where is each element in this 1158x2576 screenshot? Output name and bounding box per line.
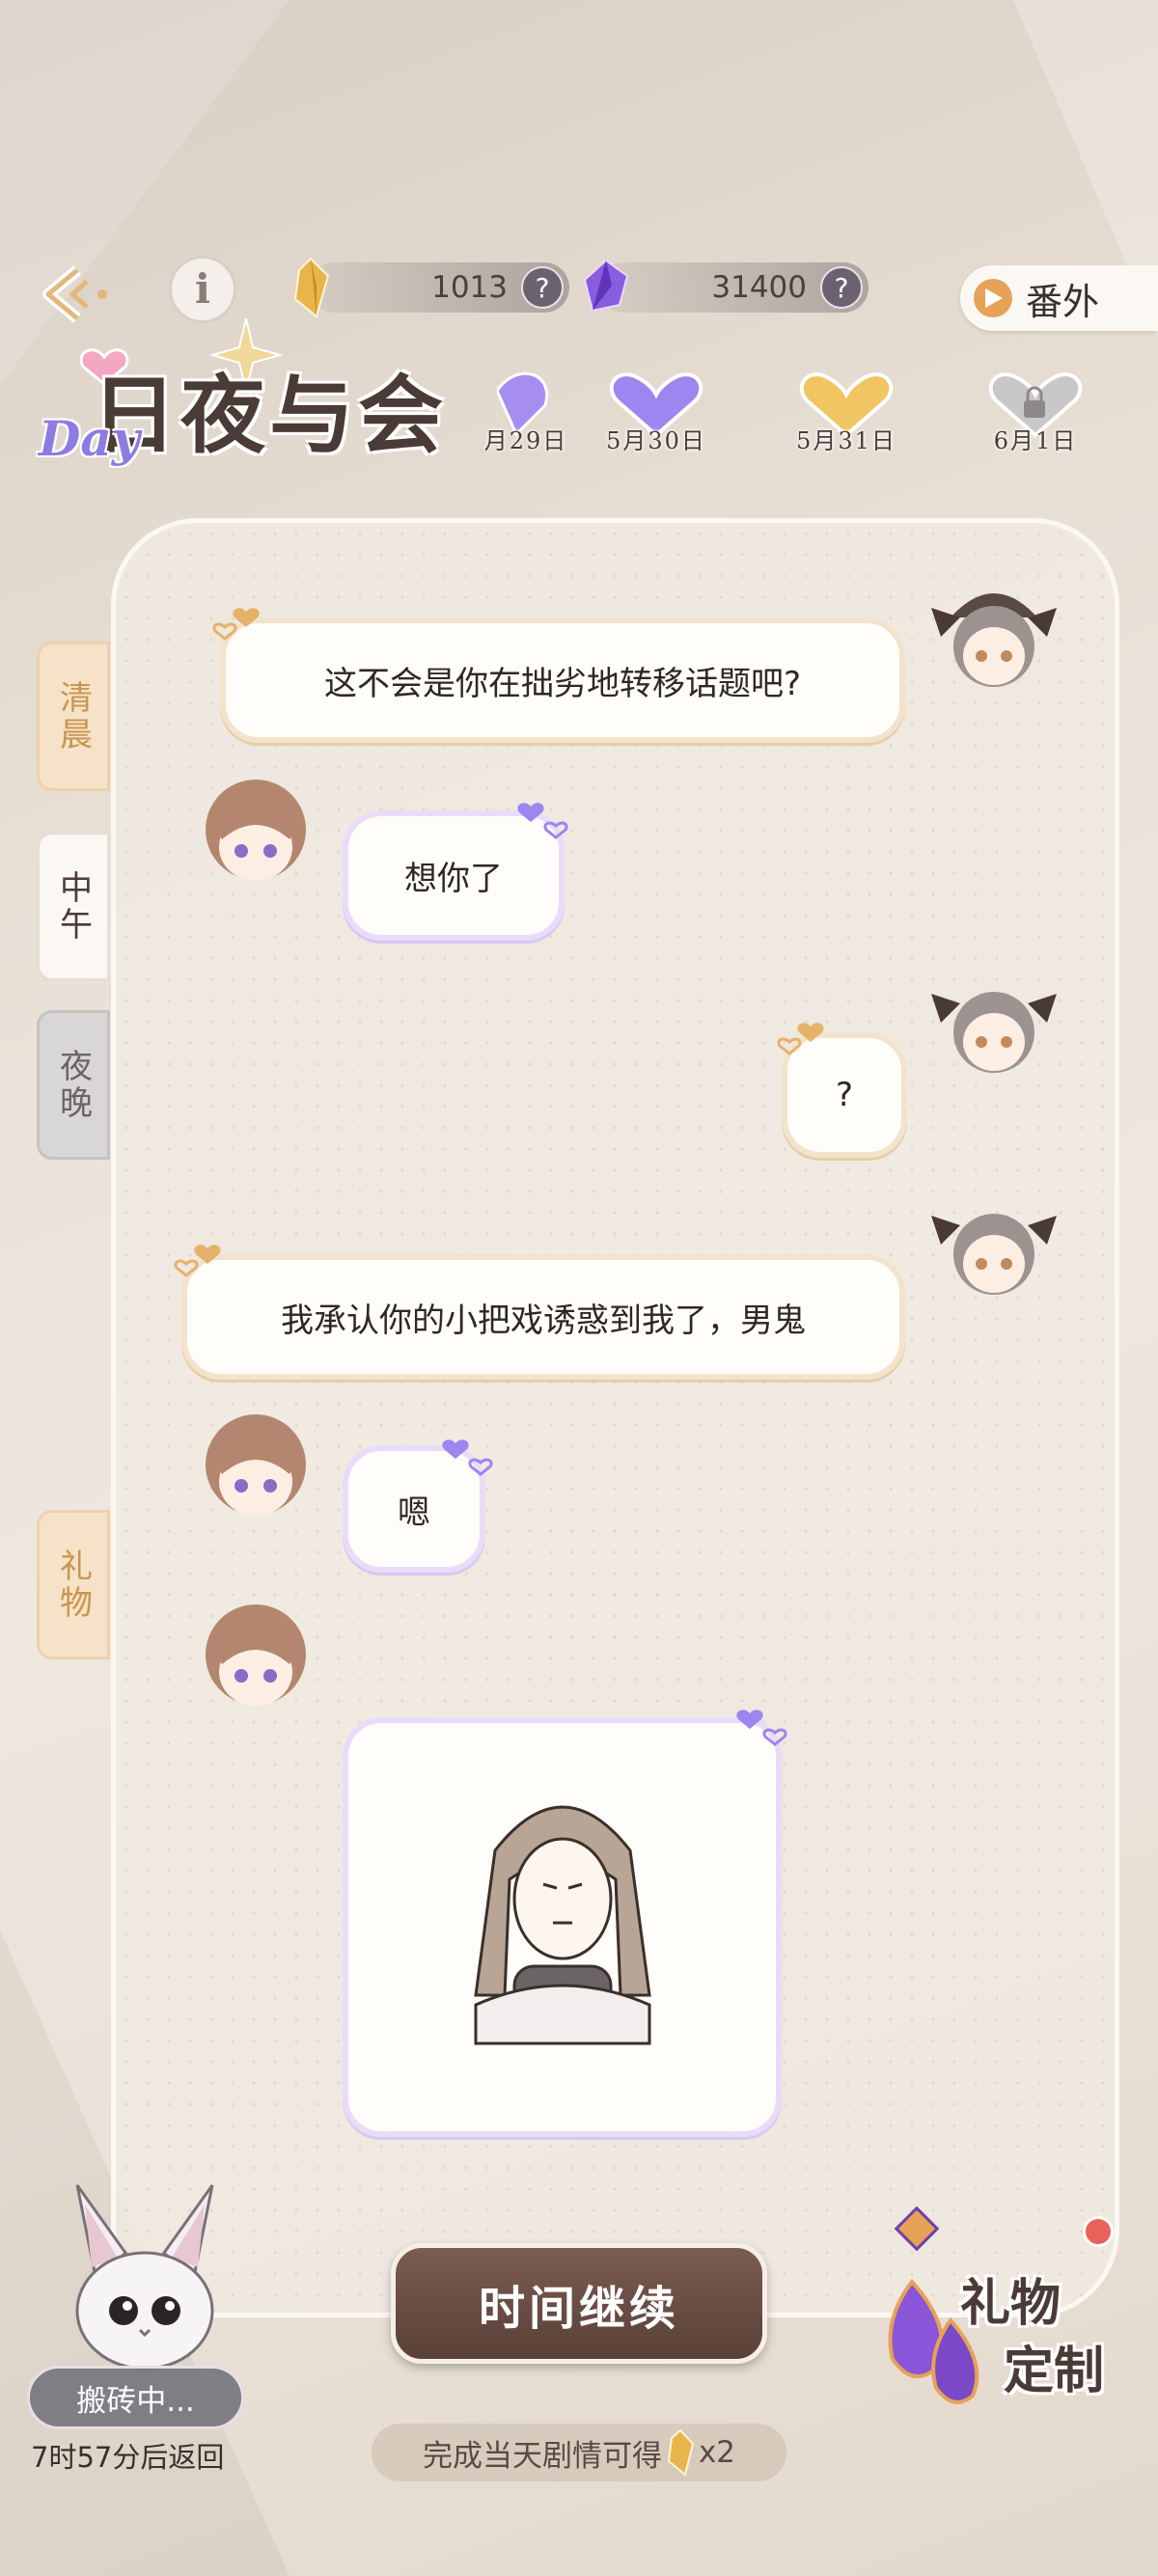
gift-custom-label-2: 定制 bbox=[1004, 2342, 1105, 2400]
gold-help-button[interactable]: ? bbox=[521, 266, 564, 309]
time-continue-button[interactable]: 时间继续 bbox=[391, 2243, 767, 2364]
logo-day-text: Day bbox=[39, 410, 140, 467]
reward-note-text: 完成当天剧情可得 bbox=[422, 2438, 662, 2474]
message-bubble-right: 这不会是你在拙劣地转移话题吧? bbox=[220, 617, 905, 743]
message-text: 我承认你的小把戏诱惑到我了，男鬼 bbox=[281, 1301, 806, 1340]
tab-night[interactable]: 夜晚 bbox=[37, 1010, 110, 1160]
bunny-mascot-icon[interactable] bbox=[48, 2176, 241, 2378]
gift-custom-label-1: 礼物 bbox=[960, 2274, 1062, 2333]
tab-gift[interactable]: 礼物 bbox=[37, 1510, 110, 1659]
date-may-29[interactable]: 月29日 bbox=[473, 371, 579, 455]
message-text: 嗯 bbox=[398, 1493, 430, 1532]
avatar-female bbox=[931, 579, 1057, 704]
reward-count: x2 bbox=[698, 2435, 736, 2470]
avatar-female bbox=[931, 965, 1057, 1090]
date-label: 月29日 bbox=[483, 427, 568, 454]
purple-hearts-icon bbox=[442, 1439, 493, 1476]
logo-title: 日夜与会 bbox=[92, 365, 448, 465]
date-june-1[interactable]: 6月1日 bbox=[982, 371, 1089, 455]
gold-crystal-icon bbox=[293, 257, 330, 318]
date-label: 5月31日 bbox=[796, 427, 896, 454]
extra-story-button[interactable]: 番外 bbox=[960, 265, 1158, 331]
purple-currency-value: 31400 bbox=[711, 270, 807, 305]
date-may-30[interactable]: 5月30日 bbox=[603, 371, 709, 455]
purple-help-button[interactable]: ? bbox=[820, 266, 863, 309]
gold-hearts-icon bbox=[777, 1023, 824, 1055]
avatar-male bbox=[193, 1597, 318, 1722]
tab-morning[interactable]: 清晨 bbox=[37, 642, 110, 791]
extra-story-label: 番外 bbox=[1026, 280, 1100, 323]
purple-gem-icon bbox=[583, 259, 629, 313]
avatar-female bbox=[931, 1187, 1057, 1312]
gold-currency-value: 1013 bbox=[431, 270, 508, 305]
play-icon bbox=[974, 279, 1012, 317]
sticker-message-bubble[interactable] bbox=[343, 1717, 782, 2137]
date-may-31[interactable]: 5月31日 bbox=[793, 371, 899, 455]
gold-hearts-icon bbox=[212, 608, 260, 641]
gold-crystal-icon bbox=[667, 2428, 695, 2477]
info-button[interactable]: i bbox=[169, 256, 236, 323]
reward-note: 完成当天剧情可得 x2 bbox=[372, 2424, 786, 2481]
return-time-text: 7时57分后返回 bbox=[31, 2441, 225, 2474]
message-text: 这不会是你在拙劣地转移话题吧? bbox=[323, 664, 802, 703]
avatar-male bbox=[193, 772, 318, 897]
message-text: 想你了 bbox=[404, 860, 503, 898]
notification-dot bbox=[1083, 2216, 1114, 2247]
date-label: 5月30日 bbox=[606, 427, 706, 454]
message-text: ? bbox=[835, 1076, 854, 1114]
tab-noon[interactable]: 中午 bbox=[37, 832, 110, 981]
purple-hearts-icon bbox=[517, 803, 568, 839]
gold-hearts-icon bbox=[174, 1245, 221, 1277]
arms-crossed-sticker bbox=[473, 1805, 651, 2044]
date-label: 6月1日 bbox=[993, 427, 1078, 454]
gold-currency-display: 1013 ? bbox=[293, 257, 569, 318]
avatar-male bbox=[193, 1407, 318, 1532]
purple-hearts-icon bbox=[736, 1710, 787, 1746]
purple-currency-display: 31400 ? bbox=[583, 259, 868, 313]
work-status-pill[interactable]: 搬砖中... bbox=[27, 2366, 244, 2429]
message-bubble-right: 我承认你的小把戏诱惑到我了，男鬼 bbox=[181, 1254, 905, 1380]
